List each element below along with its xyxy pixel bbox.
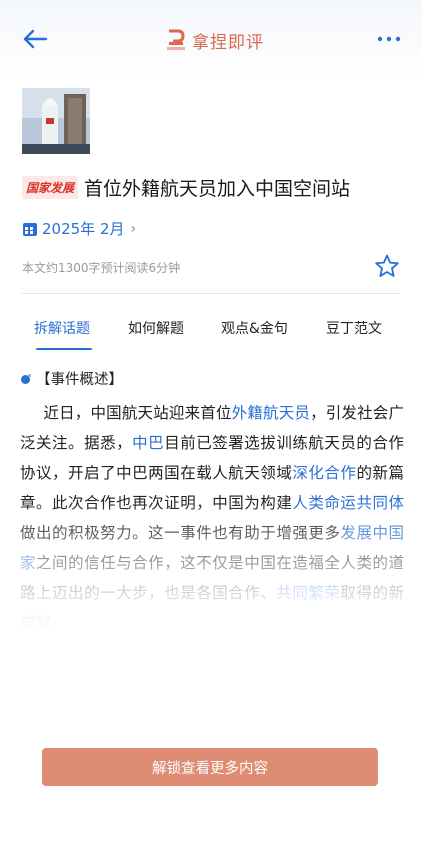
brand-name: 拿捏即评	[192, 32, 264, 53]
brand-logo-icon	[166, 29, 186, 51]
body-text: 做出的积极努力。这一事件也有助于增强更多	[20, 524, 341, 542]
category-tag: 国家发展	[22, 176, 79, 199]
tab-dissect-topic[interactable]: 拆解话题	[34, 318, 90, 338]
unlock-more-button[interactable]: 解锁查看更多内容	[42, 748, 378, 786]
keyword-link[interactable]: 外籍航天员	[232, 404, 310, 422]
keyword-link[interactable]: 人类命运共同体	[292, 494, 404, 512]
favorite-button[interactable]	[374, 253, 400, 279]
date-selector[interactable]: 2025年 2月 ›	[22, 218, 136, 239]
arrow-left-icon	[23, 29, 48, 49]
tab-views-quotes[interactable]: 观点&金句	[221, 318, 288, 338]
brand: 拿捏即评	[166, 28, 264, 53]
more-button[interactable]	[374, 26, 404, 52]
keyword-link[interactable]: 共同繁荣	[276, 584, 340, 602]
article-thumbnail	[22, 88, 90, 154]
reading-meta: 本文约1300字预计阅读6分钟	[22, 261, 181, 275]
title-row: 国家发展 首位外籍航天员加入中国空间站	[22, 174, 402, 201]
body-text: 近日，中国航天站迎来首位	[43, 404, 232, 422]
article-body: 近日，中国航天站迎来首位外籍航天员，引发社会广泛关注。据悉，中巴目前已签署选拔训…	[20, 398, 404, 638]
back-button[interactable]	[20, 26, 50, 52]
article-title: 首位外籍航天员加入中国空间站	[84, 178, 351, 200]
calendar-icon	[23, 222, 37, 236]
active-tab-indicator	[36, 348, 92, 350]
more-dots-icon	[377, 36, 401, 42]
top-bar: 拿捏即评	[0, 0, 422, 80]
section-header: 【事件概述】	[20, 368, 123, 389]
divider	[22, 293, 400, 294]
keyword-link[interactable]: 中巴	[132, 434, 164, 452]
keyword-link[interactable]: 深化合作	[292, 464, 356, 482]
chevron-right-icon: ›	[130, 220, 137, 237]
tab-how-to-solve[interactable]: 如何解题	[128, 318, 184, 338]
star-outline-icon	[375, 254, 399, 277]
date-label: 2025年 2月	[42, 220, 125, 238]
tab-bar: 拆解话题 如何解题 观点&金句 豆丁范文	[0, 312, 422, 352]
section-title: 【事件概述】	[36, 372, 123, 388]
tab-sample-essay[interactable]: 豆丁范文	[326, 318, 382, 338]
dot-bullet-icon	[21, 373, 32, 384]
